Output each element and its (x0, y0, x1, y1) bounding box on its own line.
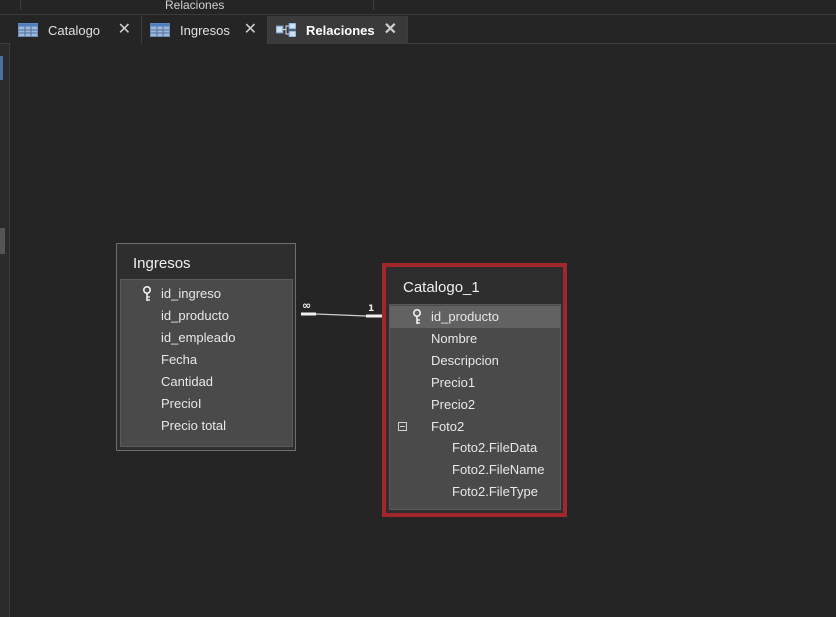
field-name: id_ingreso (161, 286, 221, 301)
table-title: Ingresos (133, 255, 191, 272)
field-name: Foto2.FileData (452, 440, 538, 455)
field-name: Descripcion (431, 353, 499, 368)
field-foto2[interactable]: Foto2 (390, 416, 560, 438)
field-name: Precio total (161, 418, 227, 433)
field-name: Foto2 (431, 419, 465, 434)
many-cardinality-label: ∞ (302, 299, 311, 312)
table-icon (18, 23, 38, 37)
field-cantidad[interactable]: Cantidad (121, 371, 292, 393)
close-icon[interactable]: ✕ (384, 22, 397, 38)
subfield-foto2-filetype[interactable]: Foto2.FileType (390, 481, 560, 503)
subfield-foto2-filedata[interactable]: Foto2.FileData (390, 437, 560, 459)
window-title: Relaciones (165, 0, 225, 12)
key-icon (143, 286, 151, 301)
divider (20, 0, 21, 10)
field-list[interactable]: id_ingreso id_producto id_empleado Fecha… (120, 279, 293, 447)
close-icon[interactable]: ✕ (118, 22, 131, 38)
window-title-strip: Relaciones (0, 0, 836, 15)
field-id-empleado[interactable]: id_empleado (121, 327, 292, 349)
field-name: Cantidad (161, 374, 214, 389)
subfield-foto2-filename[interactable]: Foto2.FileName (390, 459, 560, 481)
tab-label: Catalogo (48, 22, 101, 38)
key-icon (413, 309, 421, 324)
table-title: Catalogo_1 (403, 279, 480, 296)
field-nombre[interactable]: Nombre (390, 328, 560, 350)
field-id-producto[interactable]: id_producto (390, 306, 560, 328)
field-name: id_producto (161, 308, 229, 323)
field-name: Precio1 (431, 375, 476, 390)
tab-relaciones[interactable]: Relaciones ✕ (268, 16, 408, 44)
field-precio2[interactable]: Precio2 (390, 394, 560, 416)
table-icon (150, 23, 170, 37)
field-name: Nombre (431, 331, 478, 346)
close-icon[interactable]: ✕ (244, 22, 257, 38)
one-cardinality-label: 1 (368, 304, 374, 314)
tab-catalogo[interactable]: Catalogo ✕ (10, 16, 142, 44)
table-ingresos[interactable]: Ingresos id_ingreso id_producto id_emple… (116, 243, 296, 451)
collapse-icon[interactable] (398, 422, 407, 431)
field-id-ingreso[interactable]: id_ingreso (121, 283, 292, 305)
field-name: PrecioI (161, 396, 202, 411)
splitter-handle[interactable] (0, 228, 5, 254)
field-precio1[interactable]: Precio1 (390, 372, 560, 394)
divider (373, 0, 374, 10)
field-fecha[interactable]: Fecha (121, 349, 292, 371)
field-precioi[interactable]: PrecioI (121, 393, 292, 415)
field-name: Foto2.FileName (452, 462, 545, 477)
field-name: id_empleado (161, 330, 236, 345)
navigation-pane-collapsed[interactable] (0, 44, 10, 617)
field-id-producto[interactable]: id_producto (121, 305, 292, 327)
tab-ingresos[interactable]: Ingresos ✕ (142, 16, 268, 44)
tab-label: Ingresos (180, 22, 230, 38)
field-name: Foto2.FileType (452, 484, 538, 499)
field-name: Precio2 (431, 397, 476, 412)
document-tab-bar: Catalogo ✕ Ingresos ✕ Relaciones ✕ (0, 16, 836, 44)
field-name: Fecha (161, 352, 198, 367)
field-list[interactable]: id_producto Nombre Descripcion Precio1 P… (389, 304, 561, 510)
tab-label: Relaciones (306, 22, 375, 38)
table-catalogo-1[interactable]: Catalogo_1 id_producto Nombre Descripcio… (382, 263, 567, 517)
shutter-bar-indicator (0, 56, 3, 80)
relationships-icon (276, 23, 296, 37)
field-descripcion[interactable]: Descripcion (390, 350, 560, 372)
field-precio-total[interactable]: Precio total (121, 415, 292, 437)
field-name: id_producto (431, 309, 499, 324)
